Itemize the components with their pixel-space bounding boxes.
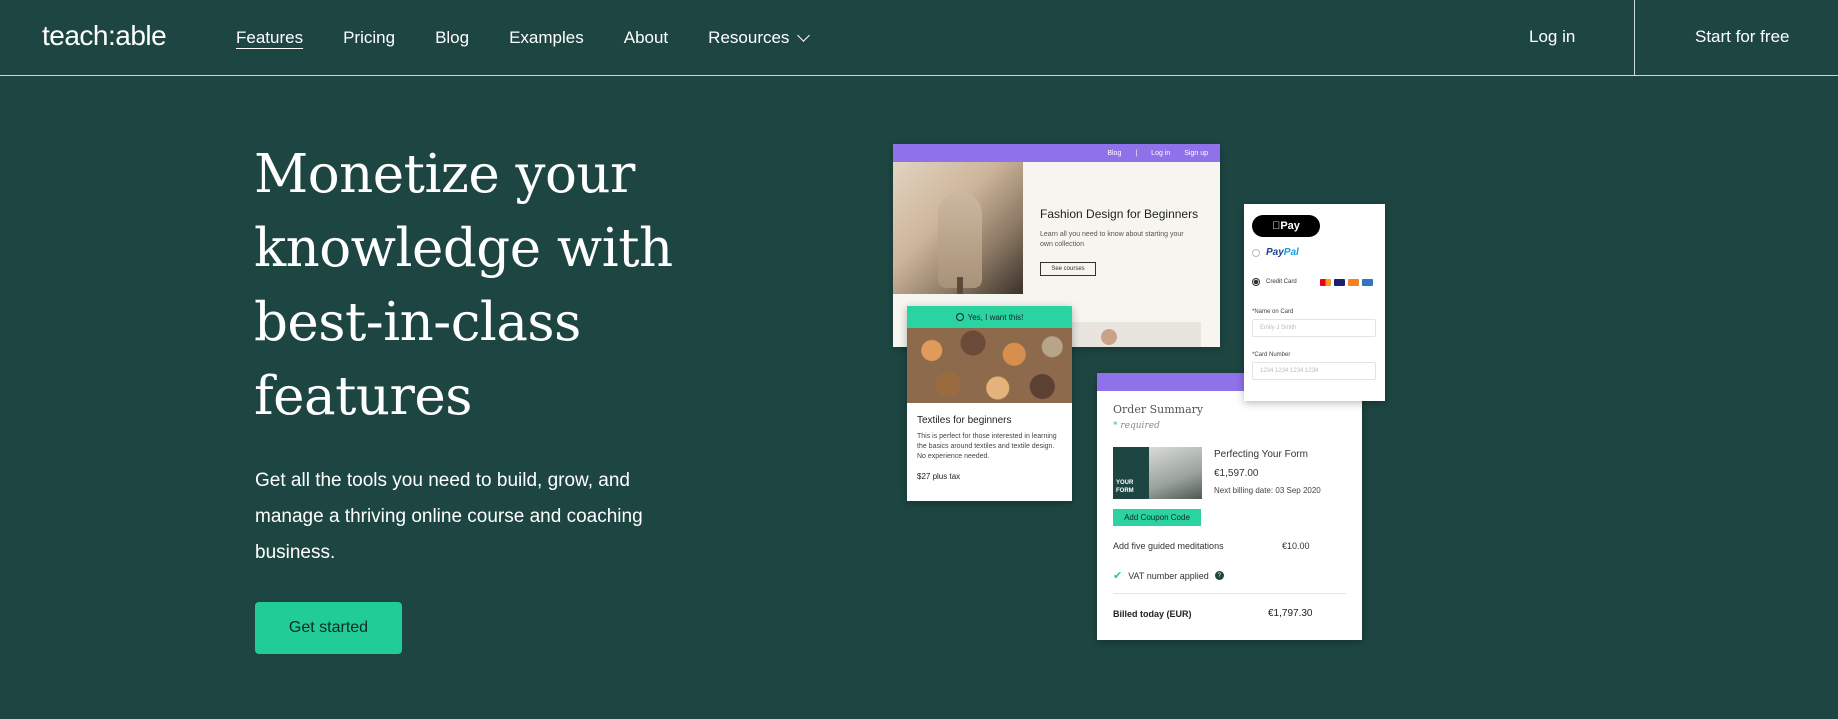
billed-today-total: €1,797.30: [1268, 608, 1313, 619]
credit-card-label: Credit Card: [1266, 279, 1297, 285]
mockup-nav-bar: Blog | Log in Sign up: [893, 144, 1220, 162]
card-number-field: 1234 1234 1234 1234: [1252, 362, 1376, 380]
amex-icon: [1362, 279, 1373, 286]
apple-logo-icon: : [1272, 220, 1280, 232]
course-description: Learn all you need to know about startin…: [1040, 231, 1184, 248]
add-coupon-button: Add Coupon Code: [1113, 509, 1201, 526]
nav-features[interactable]: Features: [236, 28, 303, 48]
help-icon: ?: [1214, 571, 1224, 580]
get-started-button[interactable]: Get started: [255, 602, 402, 654]
thumbnail-photo: [1149, 447, 1202, 499]
nav-examples[interactable]: Examples: [509, 28, 584, 48]
required-note: * required: [1113, 421, 1160, 431]
name-on-card-label: *Name on Card: [1252, 309, 1294, 315]
nav-blog[interactable]: Blog: [435, 28, 469, 48]
main-nav: Features Pricing Blog Examples About Res…: [236, 0, 811, 76]
see-courses-button: See courses: [1040, 262, 1096, 276]
product-thumbnail: YOUR FORM: [1113, 447, 1202, 499]
textiles-card-mockup: Yes, I want this! Textiles for beginners…: [907, 306, 1072, 501]
header-divider: [1634, 0, 1635, 76]
fabric-rolls-photo: [907, 328, 1072, 403]
mockup-nav-login: Log in: [1151, 149, 1171, 157]
order-summary-mockup: Order Summary * required YOUR FORM Perfe…: [1097, 373, 1362, 640]
payment-mockup:  Pay PayPal Credit Card *Name on Card E…: [1244, 204, 1385, 401]
order-divider: [1113, 593, 1346, 594]
login-link[interactable]: Log in: [1529, 27, 1575, 47]
nav-features-label: Features: [236, 28, 304, 47]
card-number-label: *Card Number: [1252, 352, 1291, 358]
next-billing-date: Next billing date: 03 Sep 2020: [1214, 486, 1321, 495]
nav-blog-label: Blog: [435, 28, 470, 47]
thumbnail-text: YOUR FORM: [1116, 480, 1134, 494]
person-photo: [1101, 329, 1117, 345]
discover-icon: [1348, 279, 1359, 286]
paypal-logo: PayPal: [1266, 247, 1299, 258]
nav-examples-label: Examples: [509, 28, 584, 47]
nav-pricing-label: Pricing: [343, 28, 396, 47]
visa-icon: [1334, 279, 1345, 286]
addon-label: Add five guided meditations: [1113, 541, 1224, 551]
check-circle-icon: [955, 313, 964, 321]
nav-pricing[interactable]: Pricing: [343, 28, 395, 48]
mannequin-stand: [957, 277, 963, 294]
mastercard-icon: [1320, 279, 1331, 286]
paypal-logo-pal: Pal: [1283, 247, 1299, 258]
mannequin-photo: [893, 162, 1023, 294]
product-price: €1,597.00: [1214, 468, 1259, 479]
hero-subtitle: Get all the tools you need to build, gro…: [255, 470, 643, 563]
credit-card-option: Credit Card: [1252, 278, 1297, 286]
nav-resources-label: Resources: [708, 28, 790, 47]
secondary-photo: [1063, 322, 1201, 347]
credit-card-radio: [1252, 278, 1260, 286]
vat-row: ✔ VAT number applied ?: [1113, 569, 1224, 582]
required-star: *: [1113, 421, 1118, 431]
mockup-nav-signup: Sign up: [1184, 149, 1208, 157]
teachable-logo[interactable]: teach:able: [42, 20, 167, 52]
textiles-title: Textiles for beginners: [917, 415, 1012, 426]
want-this-banner: Yes, I want this!: [907, 306, 1072, 328]
paypal-logo-pay: Pay: [1266, 247, 1284, 258]
hero-title: Monetize your knowledge with best-in-cla…: [254, 144, 673, 427]
name-on-card-field: Emily J Smith: [1252, 319, 1376, 337]
paypal-option: PayPal: [1252, 247, 1299, 258]
chevron-down-icon: [797, 29, 811, 42]
start-for-free-link[interactable]: Start for free: [1695, 27, 1789, 47]
mockup-nav-blog: Blog: [1107, 149, 1122, 157]
mannequin-shape: [938, 192, 982, 288]
nav-about-label: About: [623, 28, 669, 47]
addon-price: €10.00: [1282, 541, 1310, 551]
product-name: Perfecting Your Form: [1214, 449, 1308, 460]
apple-pay-label: Pay: [1276, 220, 1300, 232]
mockup-nav-sep: |: [1135, 149, 1138, 157]
nav-about[interactable]: About: [624, 28, 668, 48]
card-brand-icons: [1320, 279, 1373, 286]
nav-resources[interactable]: Resources: [708, 28, 811, 48]
required-label: required: [1120, 421, 1160, 431]
textiles-price: $27 plus tax: [917, 472, 961, 481]
order-summary-title: Order Summary: [1113, 403, 1204, 416]
course-title: Fashion Design for Beginners: [1040, 207, 1199, 221]
want-this-label: Yes, I want this!: [967, 312, 1024, 322]
paypal-radio: [1252, 248, 1260, 257]
vat-label: VAT number applied: [1128, 570, 1209, 581]
billed-today-label: Billed today (EUR): [1113, 609, 1192, 619]
textiles-description: This is perfect for those interested in …: [917, 433, 1057, 460]
site-header: teach:able Features Pricing Blog Example…: [0, 0, 1838, 76]
apple-pay-button:  Pay: [1252, 215, 1320, 237]
checkmark-icon: ✔: [1113, 570, 1123, 582]
